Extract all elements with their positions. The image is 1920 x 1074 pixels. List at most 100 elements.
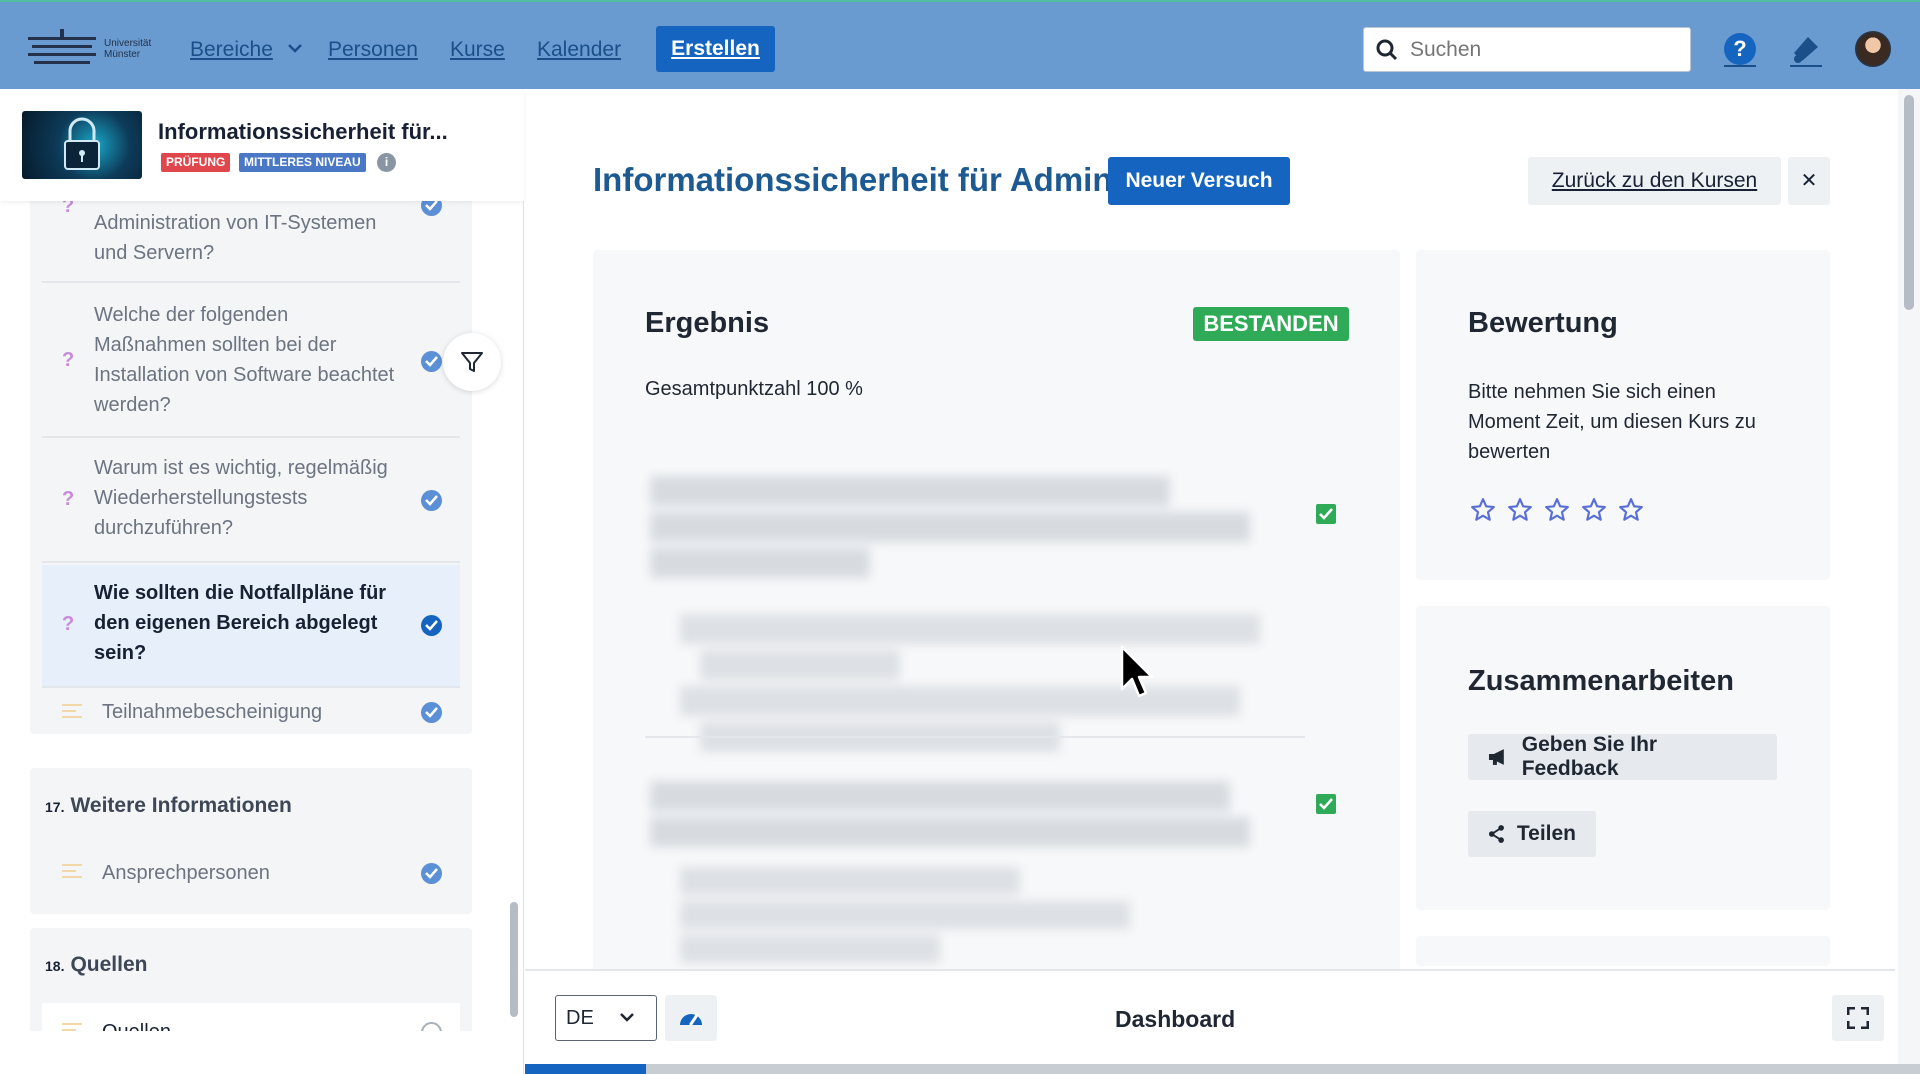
question-icon: ?: [62, 613, 75, 635]
completed-check-icon: [421, 490, 442, 511]
progress-fill: [525, 1064, 647, 1074]
list-item[interactable]: ? Warum ist es wichtig, regelmäßig Wiede…: [42, 440, 460, 563]
back-to-courses-button[interactable]: Zurück zu den Kursen: [1528, 157, 1781, 205]
main-scrollbar[interactable]: [1898, 89, 1920, 1064]
star-icon[interactable]: [1544, 497, 1570, 523]
dashboard-label: Dashboard: [1115, 1006, 1236, 1032]
exam-badge: PRÜFUNG: [161, 153, 231, 172]
svg-text:?: ?: [1733, 36, 1746, 61]
lock-icon: [64, 117, 100, 170]
nav-kurse[interactable]: Kurse: [450, 38, 505, 62]
score-label: Gesamtpunktzahl: [645, 378, 801, 400]
course-title[interactable]: Informationssicherheit für...: [158, 119, 448, 145]
course-progress-bar: [525, 1064, 1920, 1074]
megaphone-icon: [1488, 749, 1504, 765]
create-button[interactable]: Erstellen: [656, 26, 775, 72]
star-icon[interactable]: [1618, 497, 1644, 523]
list-item[interactable]: Quellen: [42, 1003, 460, 1031]
lesson-list: ? Administration von IT-Systemen und Ser…: [0, 201, 524, 1031]
fullscreen-button[interactable]: [1832, 995, 1884, 1041]
text-lesson-icon: [62, 1023, 82, 1031]
result-title: Ergebnis: [645, 307, 770, 339]
score-value: 100 %: [806, 378, 863, 400]
scrollbar-thumb[interactable]: [1904, 95, 1914, 310]
star-icon[interactable]: [1507, 497, 1533, 523]
section-title: Quellen: [70, 953, 148, 976]
nav-kalender[interactable]: Kalender: [537, 38, 621, 62]
info-icon[interactable]: i: [377, 153, 396, 172]
item-label: Wie sollten die Notfallpläne für den eig…: [94, 582, 387, 664]
notification-icon[interactable]: [1788, 31, 1824, 67]
new-attempt-button[interactable]: Neuer Versuch: [1108, 157, 1290, 205]
course-thumbnail: [22, 111, 142, 179]
help-icon[interactable]: ?: [1722, 31, 1758, 67]
item-label: Ansprechpersonen: [102, 862, 270, 884]
star-rating[interactable]: [1470, 497, 1644, 523]
question-icon: ?: [62, 488, 75, 510]
section-heading[interactable]: 17. Weitere Informationen: [45, 794, 292, 818]
divider: [645, 736, 1305, 738]
section-heading[interactable]: 18. Quellen: [45, 953, 148, 977]
completed-check-icon: [421, 615, 442, 636]
mouse-cursor-icon: [1120, 645, 1154, 698]
feedback-button[interactable]: Geben Sie Ihr Feedback: [1468, 733, 1777, 780]
search-box[interactable]: [1363, 27, 1691, 72]
share-label: Teilen: [1516, 822, 1576, 845]
list-item[interactable]: ? Welche der folgenden Maßnahmen sollten…: [42, 285, 460, 438]
completed-check-icon: [421, 201, 442, 216]
item-label: Teilnahmebescheinigung: [102, 701, 323, 723]
blurred-question-1: [650, 470, 1290, 758]
question-icon: ?: [62, 349, 75, 371]
search-icon: [1376, 39, 1398, 60]
share-icon: [1488, 825, 1504, 843]
incomplete-circle-icon: [421, 1022, 442, 1031]
fullscreen-icon: [1847, 1007, 1869, 1029]
dashboard-toggle-button[interactable]: [665, 995, 717, 1041]
course-header: Informationssicherheit für... PRÜFUNG MI…: [0, 89, 524, 201]
section-number: 17.: [45, 799, 65, 815]
item-label: Quellen: [102, 1017, 412, 1031]
nav-bereiche[interactable]: Bereiche: [190, 38, 273, 62]
star-icon[interactable]: [1581, 497, 1607, 523]
language-value: DE: [566, 1006, 594, 1029]
share-button[interactable]: Teilen: [1468, 811, 1596, 857]
completed-check-icon: [421, 863, 442, 884]
list-item[interactable]: ? Administration von IT-Systemen und Ser…: [42, 201, 460, 283]
chevron-down-icon: [619, 1013, 634, 1022]
item-label: Administration von IT-Systemen und Serve…: [94, 212, 377, 264]
close-button[interactable]: ✕: [1788, 157, 1830, 205]
list-item[interactable]: Ansprechpersonen: [42, 844, 460, 902]
filter-button[interactable]: [443, 333, 501, 391]
language-select[interactable]: DE: [555, 995, 657, 1041]
question-icon: ?: [62, 201, 75, 217]
logo-line-1: Universität: [104, 37, 152, 49]
text-lesson-icon: [62, 864, 82, 882]
completed-check-icon: [421, 702, 442, 723]
chevron-down-icon[interactable]: [288, 44, 302, 54]
total-score: Gesamtpunktzahl 100 %: [645, 378, 863, 401]
list-item-active[interactable]: ? Wie sollten die Notfallpläne für den e…: [42, 565, 460, 688]
list-item[interactable]: Teilnahmebescheinigung: [42, 690, 460, 734]
speedometer-icon: [680, 1013, 702, 1026]
nav-personen[interactable]: Personen: [328, 38, 418, 62]
section-title: Weitere Informationen: [70, 794, 292, 817]
rating-prompt: Bitte nehmen Sie sich einen Moment Zeit,…: [1468, 381, 1756, 463]
collaboration-title: Zusammenarbeiten: [1468, 665, 1734, 697]
search-input[interactable]: [1410, 37, 1670, 62]
rating-title: Bewertung: [1468, 307, 1618, 339]
passed-badge: BESTANDEN: [1193, 307, 1349, 341]
text-lesson-icon: [62, 704, 82, 722]
logo-line-2: Münster: [104, 48, 141, 60]
next-card: [1416, 936, 1830, 966]
item-label: Welche der folgenden Maßnahmen sollten b…: [94, 304, 395, 416]
university-logo[interactable]: Universität Münster: [28, 26, 163, 71]
sidebar-scrollbar[interactable]: [510, 902, 518, 1017]
section-number: 18.: [45, 958, 65, 974]
completed-check-icon: [421, 351, 442, 372]
item-label: Warum ist es wichtig, regelmäßig Wiederh…: [94, 457, 388, 539]
avatar[interactable]: [1855, 31, 1891, 67]
filter-icon: [461, 352, 483, 372]
star-icon[interactable]: [1470, 497, 1496, 523]
correct-check-icon: [1316, 794, 1336, 814]
top-navigation: Universität Münster Bereiche Personen Ku…: [0, 0, 1920, 89]
